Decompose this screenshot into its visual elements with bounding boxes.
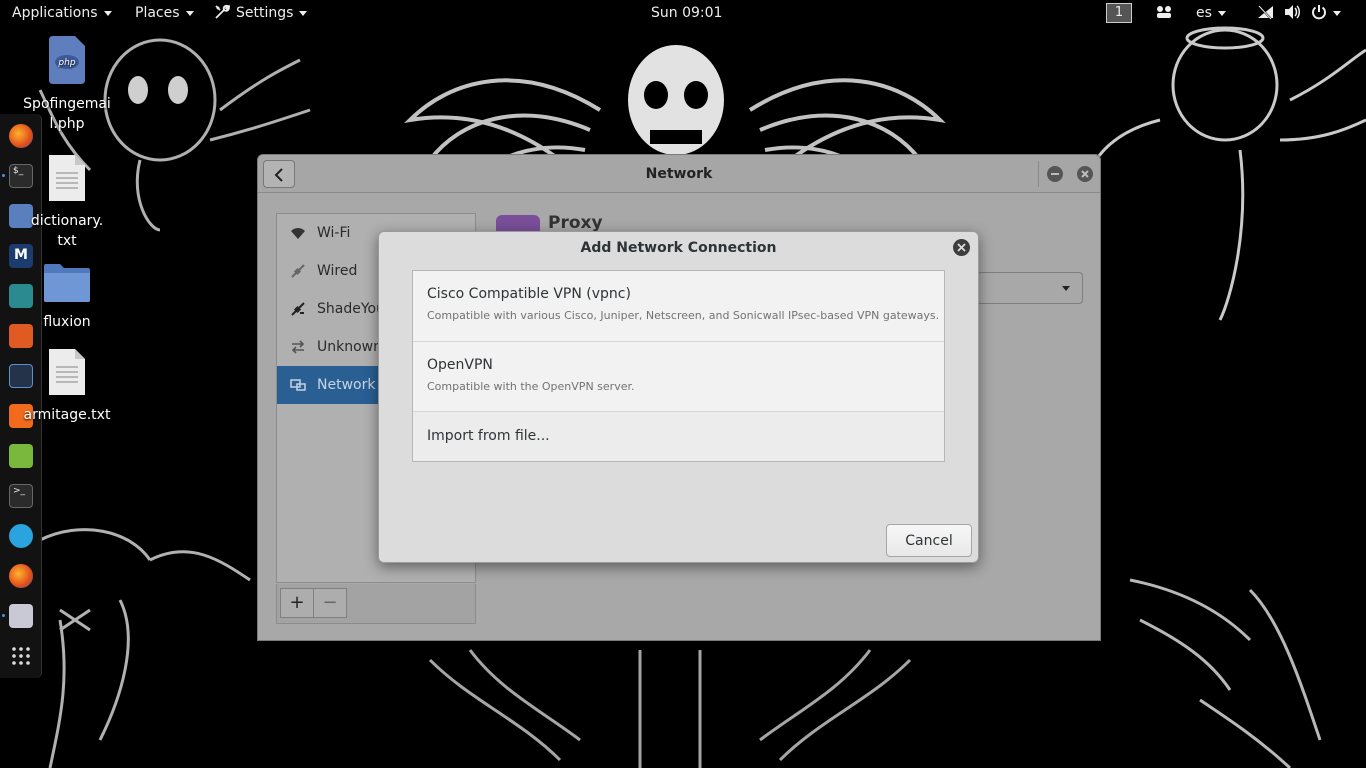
add-network-connection-dialog: Add Network Connection Cisco Compatible … [378,231,979,563]
window-title: Network [645,166,713,182]
tools-icon [215,4,230,19]
desktop-icon-fluxion[interactable]: fluxion [22,262,112,332]
wifi-off-icon [1258,5,1273,20]
applications-menu[interactable]: Applications [12,0,112,26]
desktop-icon-label: dictionary. txt [30,213,104,249]
list-item-openvpn[interactable]: OpenVPN Compatible with the OpenVPN serv… [413,342,944,412]
desktop-icon-label: Spofingemai l.php [23,96,111,132]
chevron-down-icon [1062,286,1070,291]
desktop-icon-dictionary[interactable]: dictionary. txt [22,153,112,251]
connection-description: Compatible with the OpenVPN server. [427,380,635,393]
import-from-file-item[interactable]: Import from file... [413,412,944,461]
keyboard-layout-menu[interactable]: es [1196,0,1226,26]
notes-icon[interactable] [9,444,33,468]
sidebar-toolbar: + − [276,584,476,624]
window-header: Network [258,155,1100,193]
network-proxy-icon [290,379,306,391]
list-item-vpnc[interactable]: Cisco Compatible VPN (vpnc) Compatible w… [413,271,944,342]
php-file-icon: php [49,36,85,84]
tweaks-icon[interactable] [9,604,33,628]
desktop-icon-php-file[interactable]: php Spofingemai l.php [22,36,112,134]
desktop-icon-armitage[interactable]: armitage.txt [22,347,112,425]
chevron-down-icon [299,10,308,16]
add-connection-button[interactable]: + [280,588,314,618]
chevron-down-icon [185,10,194,16]
connection-name: Cisco Compatible VPN (vpnc) [427,286,631,302]
text-file-icon [49,155,85,201]
telegram-icon[interactable] [9,524,33,548]
power-icon [1312,5,1326,20]
chevron-down-icon [103,10,112,16]
top-bar: Applications Places Settings Sun 09:01 1… [0,0,1366,26]
running-indicator [2,614,5,617]
header-separator [1038,161,1039,187]
text-file-icon [49,349,85,395]
dialog-title: Add Network Connection [580,240,777,256]
running-indicator [2,174,5,177]
close-button[interactable] [1077,166,1093,182]
minimize-icon [1051,173,1059,175]
proxy-method-dropdown[interactable] [977,272,1083,304]
remove-connection-button[interactable]: − [313,588,347,618]
close-icon [957,243,966,252]
dialog-close-button[interactable] [953,239,970,256]
places-menu[interactable]: Places [135,0,194,26]
chevron-down-icon [1333,10,1341,16]
desktop-icon-label: fluxion [43,314,91,330]
show-apps-icon[interactable] [9,644,33,668]
desktop-icon-label: armitage.txt [23,407,111,423]
minimize-button[interactable] [1047,166,1063,182]
wired-icon [291,264,305,278]
wifi-icon [291,228,305,239]
clock[interactable]: Sun 09:01 [651,0,722,26]
connection-type-list: Cisco Compatible VPN (vpnc) Compatible w… [412,270,945,462]
vpn-icon [291,302,305,316]
network-tray[interactable] [1155,0,1173,26]
folder-icon [44,264,90,302]
arrows-icon [291,340,305,354]
svg-text:php: php [57,58,75,68]
close-icon [1081,170,1089,178]
workspace-indicator[interactable]: 1 [1106,3,1132,23]
cancel-button[interactable]: Cancel [886,524,972,557]
connection-description: Compatible with various Cisco, Juniper, … [427,309,940,322]
panel-title: Proxy [548,213,603,233]
volume-icon [1285,5,1300,19]
settings-menu[interactable]: Settings [214,0,308,26]
terminal-icon[interactable]: >_ [9,484,33,508]
connection-name: OpenVPN [427,357,493,373]
status-menu[interactable] [1257,0,1341,26]
people-icon [1157,6,1171,18]
chevron-down-icon [1217,10,1226,16]
firefox-icon[interactable] [9,564,33,588]
